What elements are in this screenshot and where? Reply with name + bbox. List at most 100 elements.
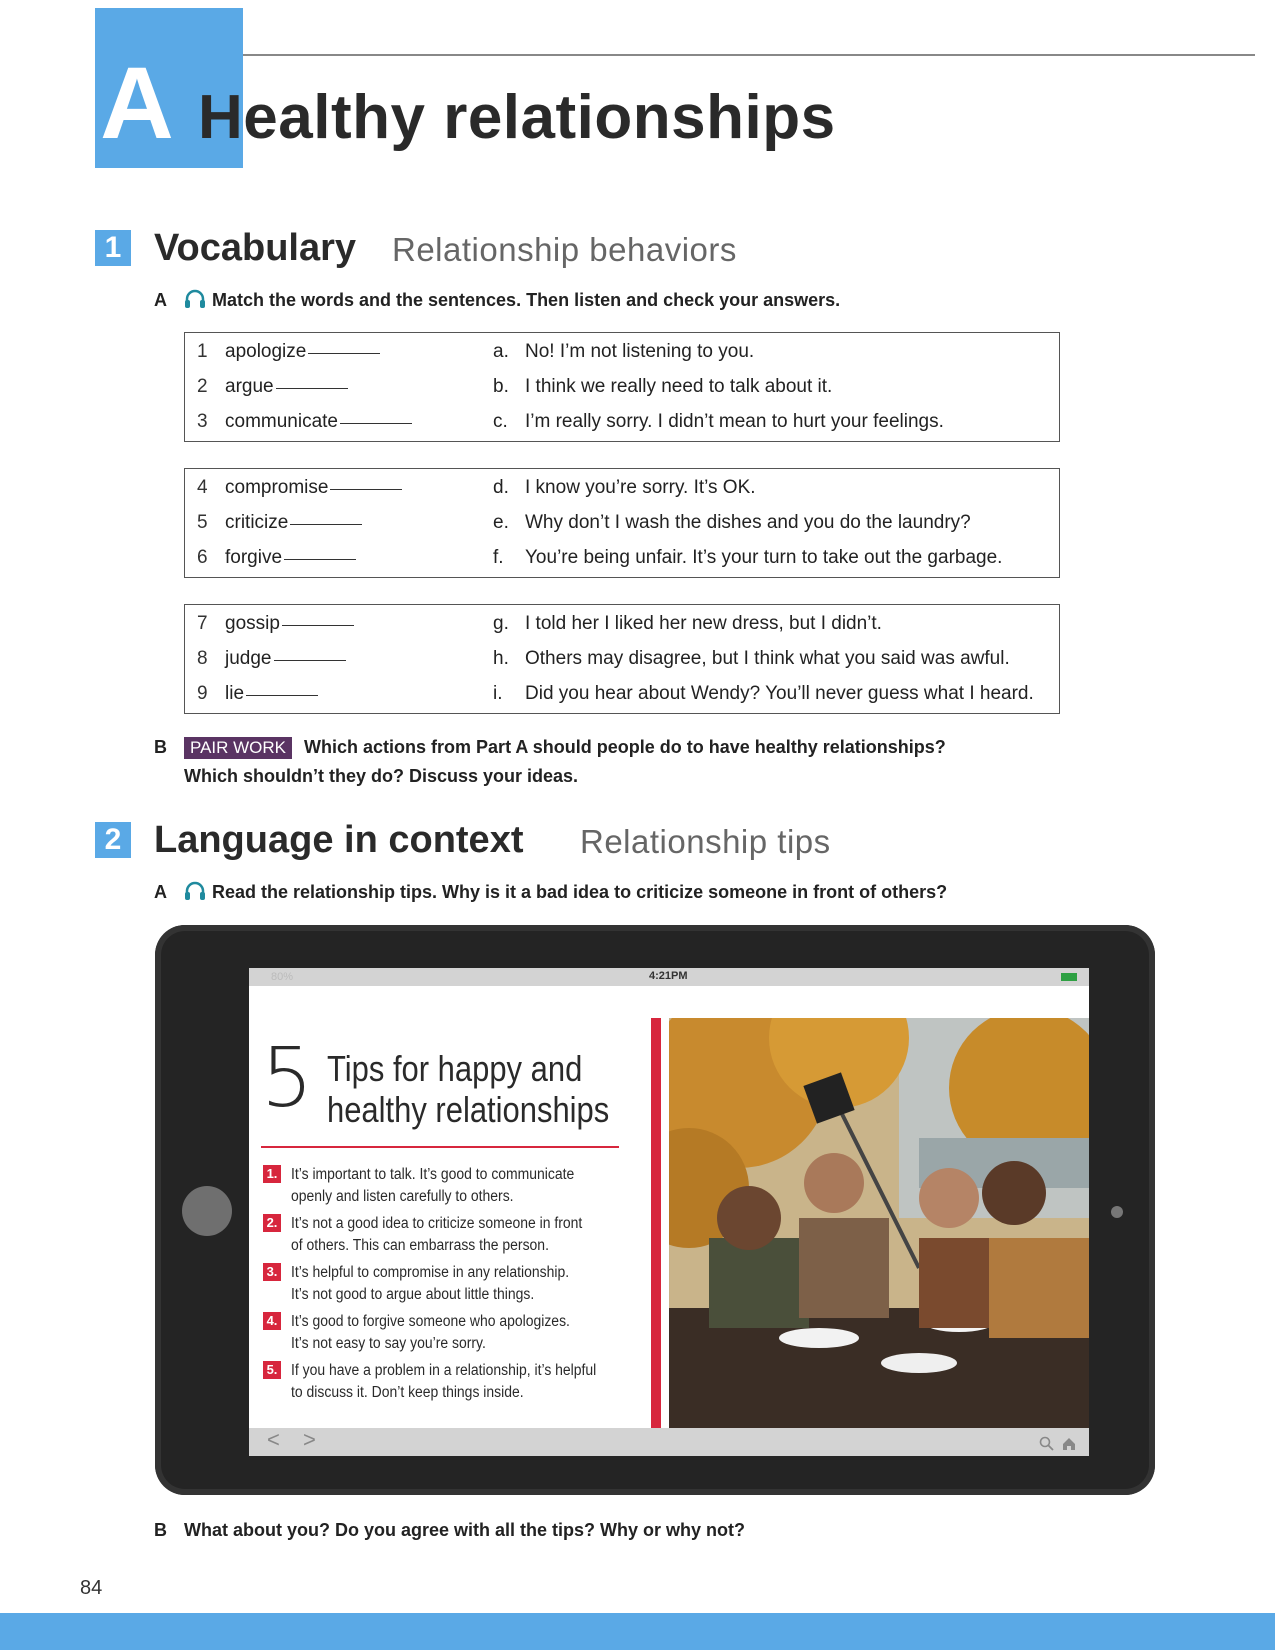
tip-line: openly and listen carefully to others. — [291, 1187, 514, 1205]
match-row: 9 lie i. Did you hear about Wendy? You’l… — [185, 677, 1059, 710]
tip-item: 1. It’s important to talk. It’s good to … — [263, 1164, 623, 1207]
sentence-letter: h. — [493, 648, 509, 669]
tip-line: It’s not good to argue about little thin… — [291, 1285, 535, 1303]
word-text: apologize — [225, 341, 307, 362]
answer-blank[interactable] — [281, 625, 354, 626]
word-item: lie — [225, 683, 319, 705]
answer-blank[interactable] — [308, 353, 381, 354]
header-rule — [243, 54, 1255, 56]
task-text: What about you? Do you agree with all th… — [184, 1520, 745, 1540]
tip-line: It’s helpful to compromise in any relati… — [291, 1264, 570, 1281]
match-box-3: 7 gossip g. I told her I liked her new d… — [184, 604, 1060, 714]
match-row: 1 apologize a. No! I’m not listening to … — [185, 335, 1059, 368]
answer-blank[interactable] — [275, 388, 348, 389]
task-line-1: Which actions from Part A should people … — [304, 737, 946, 757]
match-box-2: 4 compromise d. I know you’re sorry. It’… — [184, 468, 1060, 578]
sentence-text: You’re being unfair. It’s your turn to t… — [525, 547, 1003, 568]
word-text: gossip — [225, 613, 280, 634]
forward-arrow-icon[interactable]: > — [303, 1427, 316, 1453]
tablet-screen: 80% 4:21PM 5 Tips for happy and healthy … — [249, 968, 1089, 1456]
word-number: 6 — [197, 547, 208, 568]
task-letter: A — [154, 290, 167, 310]
sentence-text: Did you hear about Wendy? You’ll never g… — [525, 683, 1034, 704]
vocab-task-a: A Match the words and the sentences. Then… — [154, 289, 840, 315]
sentence-letter: e. — [493, 512, 509, 533]
search-icon[interactable] — [1039, 1432, 1055, 1451]
status-battery-text: 80% — [271, 971, 294, 983]
word-text: communicate — [225, 411, 338, 432]
word-text: judge — [225, 648, 272, 669]
tip-line: It’s not a good idea to criticize someon… — [291, 1215, 583, 1232]
word-item: compromise — [225, 477, 403, 499]
word-text: compromise — [225, 477, 329, 498]
tip-line: It’s not easy to say you’re sorry. — [291, 1334, 486, 1352]
answer-blank[interactable] — [330, 489, 403, 490]
sentence-text: Others may disagree, but I think what yo… — [525, 648, 1010, 669]
word-item: judge — [225, 648, 346, 670]
tablet-camera-icon — [1111, 1206, 1123, 1218]
language-task-b: B What about you? Do you agree with all t… — [154, 1520, 745, 1542]
tip-text: It’s helpful to compromise in any relati… — [291, 1262, 615, 1305]
tip-item: 2. It’s not a good idea to criticize som… — [263, 1213, 623, 1256]
answer-blank[interactable] — [340, 423, 412, 424]
unit-letter: A — [100, 46, 174, 160]
match-row: 6 forgive f. You’re being unfair. It’s y… — [185, 541, 1059, 574]
tip-line: If you have a problem in a relationship,… — [291, 1362, 597, 1379]
tip-item: 4. It’s good to forgive someone who apol… — [263, 1311, 623, 1354]
sentence-letter: b. — [493, 376, 509, 397]
vocab-task-b: B PAIR WORK Which actions from Part A shou… — [154, 737, 946, 760]
page-number: 84 — [80, 1577, 103, 1599]
match-row: 4 compromise d. I know you’re sorry. It’… — [185, 471, 1059, 504]
friends-selfie-photo — [669, 1018, 1089, 1428]
answer-blank[interactable] — [273, 660, 346, 661]
tip-text: If you have a problem in a relationship,… — [291, 1360, 615, 1403]
task-letter: B — [154, 737, 167, 757]
tablet-home-button[interactable] — [182, 1186, 232, 1236]
task-instruction: Match the words and the sentences. Then … — [212, 290, 841, 310]
answer-blank[interactable] — [246, 695, 319, 696]
word-number: 9 — [197, 683, 208, 704]
section-2-subtitle: Relationship tips — [580, 823, 831, 860]
word-number: 4 — [197, 477, 208, 498]
tip-item: 3. It’s helpful to compromise in any rel… — [263, 1262, 623, 1305]
home-icon[interactable] — [1061, 1432, 1077, 1450]
tip-line: It’s important to talk. It’s good to com… — [291, 1166, 575, 1183]
word-number: 1 — [197, 341, 208, 362]
word-item: criticize — [225, 512, 363, 534]
sentence-letter: g. — [493, 613, 509, 634]
match-row: 2 argue b. I think we really need to tal… — [185, 370, 1059, 403]
word-item: communicate — [225, 411, 412, 433]
tip-line: of others. This can embarrass the person… — [291, 1236, 549, 1254]
word-number: 2 — [197, 376, 208, 397]
accent-divider — [651, 1018, 661, 1428]
tip-number: 3. — [263, 1263, 281, 1281]
headphones-icon[interactable] — [184, 289, 206, 315]
word-text: lie — [225, 683, 245, 704]
sentence-text: I think we really need to talk about it. — [525, 376, 833, 397]
tips-number: 5 — [261, 1031, 314, 1126]
word-item: forgive — [225, 547, 357, 569]
status-time: 4:21PM — [649, 970, 688, 982]
tips-title: Tips for happy and healthy relationships — [327, 1048, 619, 1131]
sentence-text: No! I’m not listening to you. — [525, 341, 755, 362]
status-bar: 80% 4:21PM — [249, 968, 1089, 986]
headphones-icon[interactable] — [184, 881, 206, 907]
tip-number: 1. — [263, 1165, 281, 1183]
word-number: 5 — [197, 512, 208, 533]
sentence-text: I’m really sorry. I didn’t mean to hurt … — [525, 411, 944, 432]
sentence-letter: a. — [493, 341, 509, 362]
back-arrow-icon[interactable]: < — [267, 1427, 280, 1453]
answer-blank[interactable] — [284, 559, 357, 560]
tip-line: It’s good to forgive someone who apologi… — [291, 1313, 570, 1330]
sentence-text: I know you’re sorry. It’s OK. — [525, 477, 756, 498]
section-2-title: Language in context — [154, 819, 524, 861]
language-task-a: A Read the relationship tips. Why is it a… — [154, 881, 947, 907]
vocab-task-b-line-2: Which shouldn’t they do? Discuss your id… — [184, 766, 579, 786]
match-row: 5 criticize e. Why don’t I wash the dish… — [185, 506, 1059, 539]
answer-blank[interactable] — [290, 524, 363, 525]
sentence-text: Why don’t I wash the dishes and you do t… — [525, 512, 971, 533]
section-1-subtitle: Relationship behaviors — [392, 231, 737, 268]
lesson-title: Healthy relationships — [198, 83, 836, 152]
tips-divider — [261, 1146, 619, 1148]
match-row: 8 judge h. Others may disagree, but I th… — [185, 642, 1059, 675]
